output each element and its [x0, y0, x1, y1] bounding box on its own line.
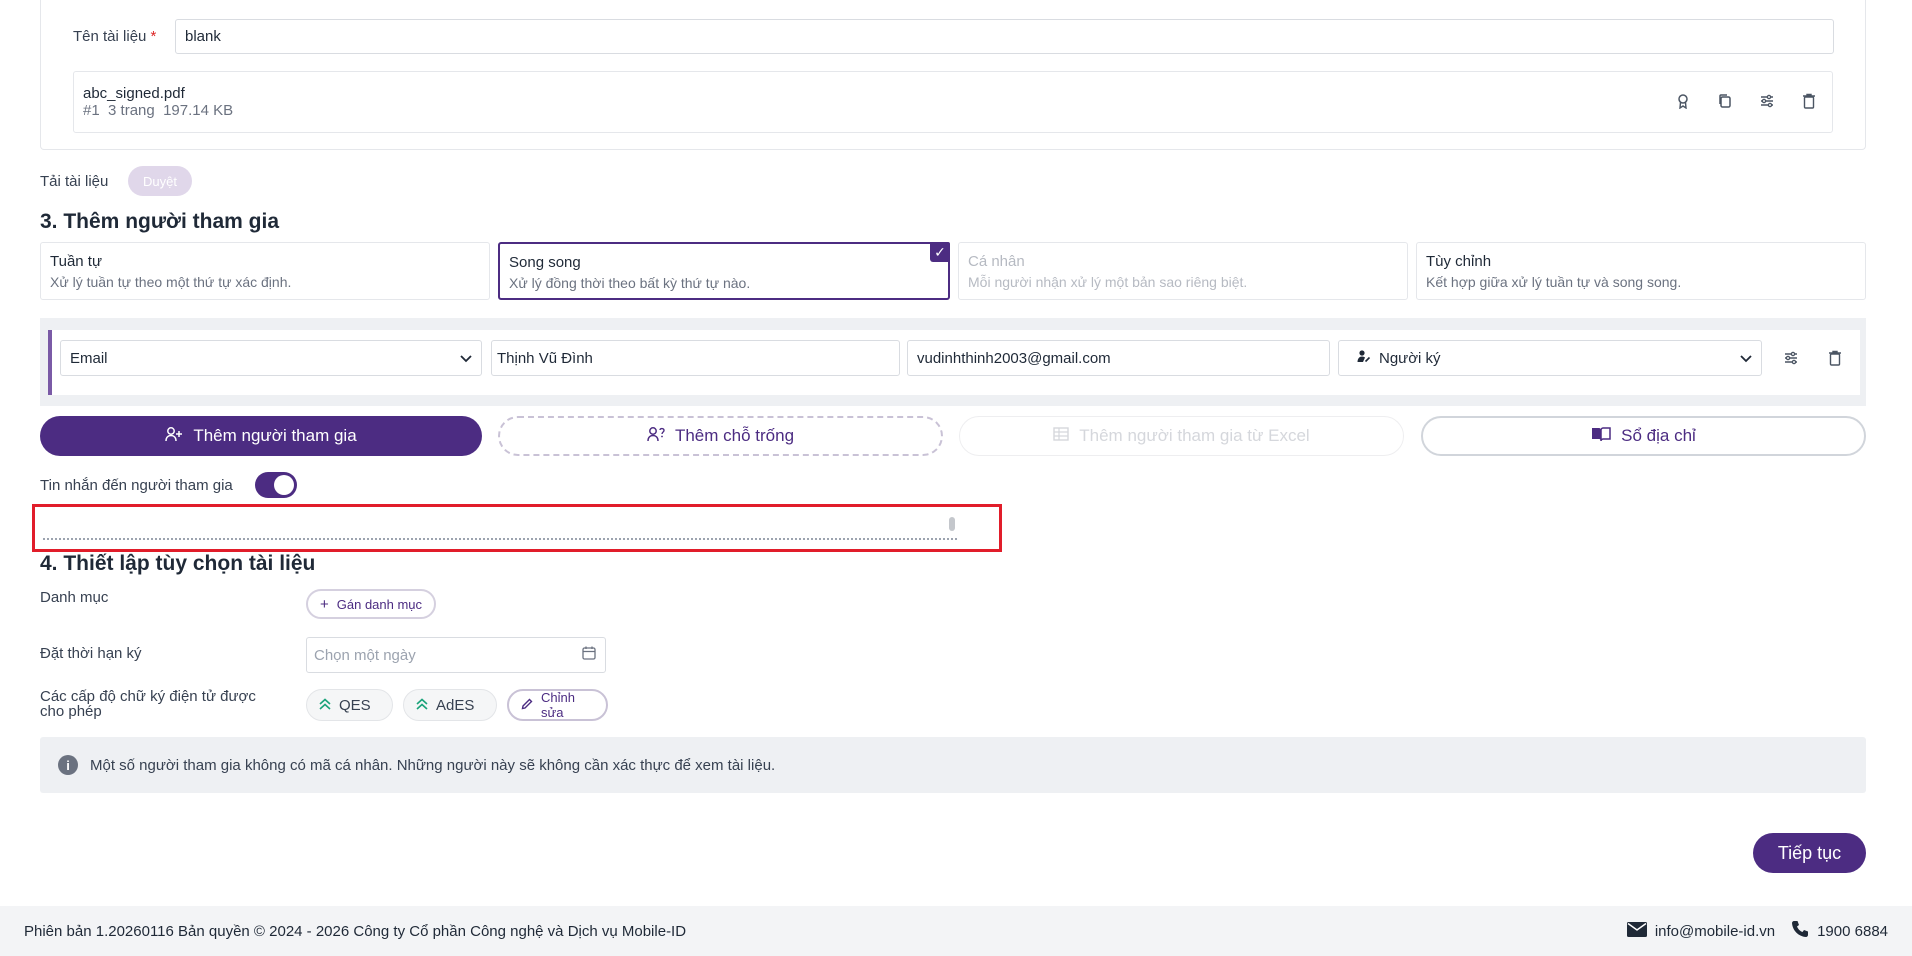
option-title: Cá nhân	[968, 253, 1025, 270]
mail-icon	[1626, 921, 1647, 941]
resize-handle[interactable]	[949, 517, 955, 531]
highlight-box	[32, 504, 1002, 552]
user-question-icon	[647, 426, 665, 447]
option-desc: Xử lý đồng thời theo bất kỳ thứ tự nào.	[509, 275, 751, 291]
toggle-knob	[274, 475, 294, 495]
file-name: abc_signed.pdf	[83, 85, 185, 102]
option-title: Song song	[509, 254, 581, 271]
check-icon: ✓	[930, 242, 950, 262]
section-3-title: 3. Thêm người tham gia	[40, 210, 279, 233]
file-meta: #1 3 trang 197.14 KB	[83, 102, 234, 119]
option-desc: Xử lý tuần tự theo một thứ tự xác định.	[50, 274, 292, 290]
copy-icon[interactable]	[1716, 92, 1734, 110]
address-book-button[interactable]: Sổ địa chỉ	[1421, 416, 1866, 456]
upload-label: Tải tài liệu	[40, 173, 109, 190]
message-toggle[interactable]	[255, 472, 297, 498]
option-desc: Mỗi người nhận xử lý một bản sao riêng b…	[968, 274, 1248, 290]
participant-name-input[interactable]: Thịnh Vũ Đình	[491, 340, 900, 376]
info-banner: i Một số người tham gia không có mã cá n…	[40, 737, 1866, 793]
trash-icon[interactable]	[1800, 92, 1818, 110]
table-icon	[1053, 426, 1069, 446]
doc-name-input[interactable]: blank	[175, 19, 1834, 54]
message-textarea[interactable]	[43, 515, 957, 540]
footer-copyright: Phiên bản 1.20260116 Bản quyền © 2024 - …	[24, 922, 687, 940]
method-select[interactable]: Email	[60, 340, 482, 376]
chevrons-up-icon	[319, 697, 331, 713]
phone-icon	[1791, 920, 1809, 942]
participant-delete-icon[interactable]	[1826, 349, 1844, 367]
option-parallel[interactable]: Song song Xử lý đồng thời theo bất kỳ th…	[498, 242, 950, 300]
deadline-date-input[interactable]: Chọn một ngày	[306, 637, 606, 673]
user-pen-icon	[1357, 349, 1371, 367]
assign-category-button[interactable]: + Gán danh mục	[306, 589, 437, 619]
calendar-icon	[582, 646, 596, 664]
document-card: Tên tài liệu * blank abc_signed.pdf #1 3…	[40, 0, 1866, 150]
category-label: Danh mục	[40, 589, 109, 606]
file-actions	[1674, 92, 1818, 110]
participant-settings-icon[interactable]	[1782, 349, 1800, 367]
doc-name-label: Tên tài liệu *	[73, 28, 157, 45]
chevron-down-icon	[460, 350, 472, 367]
chevron-down-icon	[1740, 350, 1752, 367]
user-plus-icon	[165, 426, 183, 447]
book-open-icon	[1591, 426, 1611, 447]
info-text: Một số người tham gia không có mã cá nhâ…	[90, 756, 776, 774]
add-from-excel-button[interactable]: Thêm người tham gia từ Excel	[959, 416, 1404, 456]
approve-button[interactable]: Duyệt	[128, 166, 192, 196]
message-label: Tin nhắn đến người tham gia	[40, 477, 233, 494]
deadline-label: Đặt thời hạn ký	[40, 645, 142, 662]
option-sequential[interactable]: Tuần tự Xử lý tuần tự theo một thứ tự xá…	[40, 242, 490, 300]
edit-levels-button[interactable]: Chỉnh sửa	[507, 689, 608, 721]
add-participant-button[interactable]: Thêm người tham gia	[40, 416, 482, 456]
footer-email[interactable]: info@mobile-id.vn	[1626, 921, 1775, 941]
file-card: abc_signed.pdf #1 3 trang 197.14 KB	[73, 71, 1833, 133]
level-qes-chip: QES	[306, 689, 393, 721]
add-placeholder-button[interactable]: Thêm chỗ trống	[498, 416, 943, 456]
option-title: Tuần tự	[50, 253, 103, 270]
chevrons-up-icon	[416, 697, 428, 713]
next-button[interactable]: Tiếp tục	[1753, 833, 1866, 873]
option-custom[interactable]: Tùy chỉnh Kết hợp giữa xử lý tuần tự và …	[1416, 242, 1866, 300]
info-icon: i	[58, 755, 78, 775]
option-title: Tùy chỉnh	[1426, 253, 1492, 270]
role-select[interactable]: Người ký	[1338, 340, 1762, 376]
levels-label: Các cấp độ chữ ký điện tử được cho phép	[40, 688, 256, 720]
section-4-title: 4. Thiết lập tùy chọn tài liệu	[40, 552, 316, 575]
footer: Phiên bản 1.20260116 Bản quyền © 2024 - …	[0, 906, 1912, 956]
option-individual[interactable]: Cá nhân Mỗi người nhận xử lý một bản sao…	[958, 242, 1408, 300]
option-desc: Kết hợp giữa xử lý tuần tự và song song.	[1426, 274, 1682, 290]
participant-email-input[interactable]: vudinhthinh2003@gmail.com	[907, 340, 1330, 376]
plus-icon: +	[320, 595, 329, 613]
pencil-icon	[521, 698, 533, 713]
settings-sliders-icon[interactable]	[1758, 92, 1776, 110]
participant-row: Email Thịnh Vũ Đình vudinhthinh2003@gmai…	[48, 330, 1860, 395]
certificate-icon[interactable]	[1674, 92, 1692, 110]
footer-phone[interactable]: 1900 6884	[1791, 920, 1888, 942]
level-ades-chip: AdES	[403, 689, 497, 721]
